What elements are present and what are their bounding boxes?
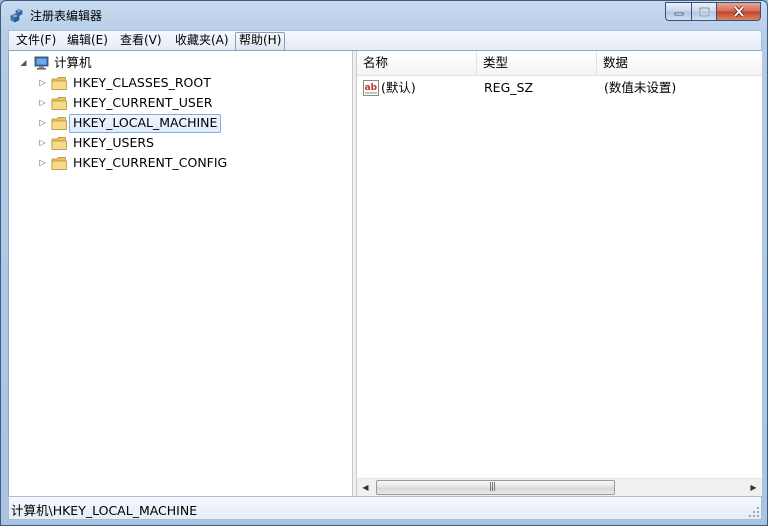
scroll-right-arrow-icon[interactable]: ▶ <box>745 479 762 496</box>
minimize-icon <box>674 12 683 15</box>
status-path: 计算机\HKEY_LOCAL_MACHINE <box>11 503 198 518</box>
tree-item-label: HKEY_CURRENT_CONFIG <box>73 155 228 170</box>
tree-item-label: HKEY_LOCAL_MACHINE <box>69 114 222 133</box>
caption-buttons <box>665 2 761 21</box>
folder-icon <box>51 157 67 170</box>
tree-item-hklm[interactable]: ▷ HKEY_LOCAL_MACHINE <box>9 113 349 133</box>
regedit-cubes-icon[interactable] <box>9 7 25 23</box>
tree-root-label: 计算机 <box>54 55 92 70</box>
close-button[interactable] <box>716 2 761 21</box>
menu-file[interactable]: 文件(F) <box>13 32 59 49</box>
column-header-name[interactable]: 名称 <box>357 51 477 75</box>
menu-favorites[interactable]: 收藏夹(A) <box>172 32 232 49</box>
folder-icon <box>51 97 67 110</box>
tree-item-hkcr[interactable]: ▷ HKEY_CLASSES_ROOT <box>9 73 349 93</box>
regedit-window: 注册表编辑器 文件(F) 编辑(E) 查看(V) 收藏夹(A) 帮助(H) ◢ <box>0 0 768 526</box>
scroll-left-arrow-icon[interactable]: ◀ <box>357 479 374 496</box>
values-list[interactable]: 名称 类型 数据 ab (默认) REG_SZ (数值未设置) ◀ ||| ▶ <box>356 51 762 496</box>
folder-icon <box>51 137 67 150</box>
tree-item-label: HKEY_CURRENT_USER <box>73 95 213 110</box>
column-header-data[interactable]: 数据 <box>597 51 762 75</box>
horizontal-scrollbar[interactable]: ◀ ||| ▶ <box>357 478 762 496</box>
value-type: REG_SZ <box>484 80 534 95</box>
tree-item-hkcu[interactable]: ▷ HKEY_CURRENT_USER <box>9 93 349 113</box>
minimize-button[interactable] <box>665 2 691 21</box>
tree-item-hku[interactable]: ▷ HKEY_USERS <box>9 133 349 153</box>
tree-item-label: HKEY_CLASSES_ROOT <box>73 75 211 90</box>
tree-item-label: HKEY_USERS <box>73 135 154 150</box>
resize-grip-icon[interactable] <box>748 506 760 518</box>
column-header-type[interactable]: 类型 <box>477 51 597 75</box>
computer-icon <box>34 56 49 70</box>
title-bar[interactable]: 注册表编辑器 <box>1 1 767 29</box>
collapse-triangle-icon[interactable]: ◢ <box>19 58 28 67</box>
main-content: ◢ 计算机 ▷ HKEY_CLASSES_ROOT ▷ HKEY_CURRENT… <box>8 50 762 497</box>
maximize-button[interactable] <box>691 2 716 21</box>
scroll-grip-icon: ||| <box>489 482 496 492</box>
string-value-ab-icon: ab <box>363 80 379 96</box>
status-bar: 计算机\HKEY_LOCAL_MACHINE <box>8 496 762 520</box>
menu-bar: 文件(F) 编辑(E) 查看(V) 收藏夹(A) 帮助(H) <box>8 30 762 51</box>
folder-icon <box>51 77 67 90</box>
expand-triangle-icon[interactable]: ▷ <box>38 78 47 87</box>
menu-help[interactable]: 帮助(H) <box>235 32 286 51</box>
expand-triangle-icon[interactable]: ▷ <box>38 118 47 127</box>
expand-triangle-icon[interactable]: ▷ <box>38 98 47 107</box>
svg-text:ab: ab <box>365 83 378 93</box>
folder-icon <box>51 117 67 130</box>
list-header: 名称 类型 数据 <box>357 51 762 76</box>
scroll-thumb[interactable]: ||| <box>376 480 615 495</box>
menu-view[interactable]: 查看(V) <box>117 32 165 49</box>
tree-item-hkcc[interactable]: ▷ HKEY_CURRENT_CONFIG <box>9 153 349 173</box>
registry-tree[interactable]: ◢ 计算机 ▷ HKEY_CLASSES_ROOT ▷ HKEY_CURRENT… <box>9 51 353 496</box>
list-row[interactable]: ab (默认) REG_SZ (数值未设置) <box>357 77 762 99</box>
maximize-icon <box>698 6 710 17</box>
tree-root-computer[interactable]: ◢ 计算机 <box>9 53 349 73</box>
value-data: (数值未设置) <box>604 80 677 95</box>
expand-triangle-icon[interactable]: ▷ <box>38 158 47 167</box>
value-name: (默认) <box>381 80 416 95</box>
close-icon <box>733 6 744 17</box>
expand-triangle-icon[interactable]: ▷ <box>38 138 47 147</box>
menu-edit[interactable]: 编辑(E) <box>64 32 111 49</box>
window-title: 注册表编辑器 <box>30 9 103 23</box>
